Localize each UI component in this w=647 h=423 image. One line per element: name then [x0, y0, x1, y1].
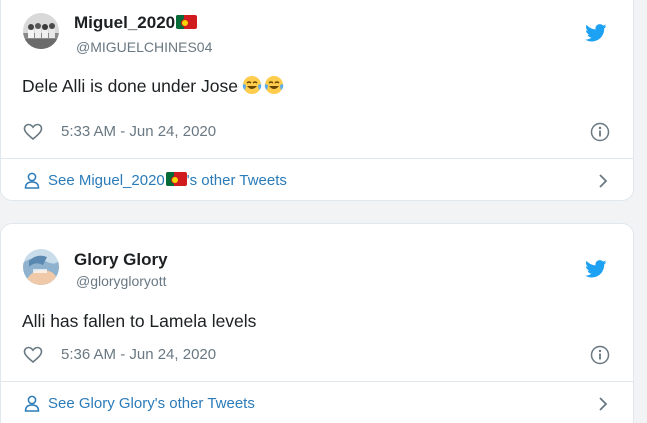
display-name[interactable]: Miguel_2020: [74, 13, 198, 33]
tweet-timestamp[interactable]: 5:36 AM - Jun 24, 2020: [61, 346, 216, 363]
see-other-tweets-label[interactable]: See Miguel_2020 's other Tweets: [48, 172, 287, 189]
tweet-text: Dele Alli is done under Jose: [22, 75, 284, 97]
user-icon: [24, 395, 40, 412]
info-icon[interactable]: [590, 345, 610, 365]
display-name[interactable]: Glory Glory: [74, 250, 168, 270]
avatar[interactable]: [23, 13, 59, 49]
portugal-flag-icon: [165, 172, 187, 186]
tweet-card: Glory Glory @glorygloryott Alli has fall…: [0, 223, 634, 423]
see-other-tweets-prefix: See Miguel_2020: [48, 172, 165, 189]
tweet-body: Miguel_2020 @MIGUELCHINES04 Dele Alli is…: [1, 0, 633, 158]
tweet-feed: Miguel_2020 @MIGUELCHINES04 Dele Alli is…: [0, 0, 647, 423]
tweet-card: Miguel_2020 @MIGUELCHINES04 Dele Alli is…: [0, 0, 634, 201]
tweet-meta: 5:33 AM - Jun 24, 2020: [23, 122, 611, 142]
see-other-tweets-prefix: See Glory Glory's other Tweets: [48, 395, 255, 412]
tweet-body: Glory Glory @glorygloryott Alli has fall…: [1, 224, 633, 381]
tweet-text: Alli has fallen to Lamela levels: [22, 311, 257, 331]
face-with-tears-of-joy-icon: [242, 76, 262, 94]
user-handle[interactable]: @glorygloryott: [76, 273, 166, 289]
twitter-bird-icon[interactable]: [585, 24, 607, 42]
see-other-tweets-link[interactable]: See Glory Glory's other Tweets: [1, 382, 633, 423]
see-other-tweets-label[interactable]: See Glory Glory's other Tweets: [48, 395, 255, 412]
user-icon: [24, 172, 40, 189]
chevron-right-icon[interactable]: [597, 396, 609, 412]
avatar[interactable]: [23, 249, 59, 285]
heart-icon[interactable]: [23, 345, 43, 365]
tweet-timestamp[interactable]: 5:33 AM - Jun 24, 2020: [61, 123, 216, 140]
see-other-tweets-link[interactable]: See Miguel_2020 's other Tweets: [1, 159, 633, 200]
chevron-right-icon[interactable]: [597, 173, 609, 189]
tweet-text-content: Dele Alli is done under Jose: [22, 76, 238, 96]
display-name-text: Miguel_2020: [74, 13, 176, 32]
portugal-flag-icon: [176, 15, 198, 29]
face-with-tears-of-joy-icon: [264, 76, 284, 94]
twitter-bird-icon[interactable]: [585, 260, 607, 278]
see-other-tweets-suffix: 's other Tweets: [186, 172, 287, 189]
heart-icon[interactable]: [23, 122, 43, 142]
avatar-image: [23, 13, 59, 49]
avatar-image: [23, 249, 59, 285]
info-icon[interactable]: [590, 122, 610, 142]
user-handle[interactable]: @MIGUELCHINES04: [76, 39, 212, 55]
tweet-meta: 5:36 AM - Jun 24, 2020: [23, 345, 611, 365]
